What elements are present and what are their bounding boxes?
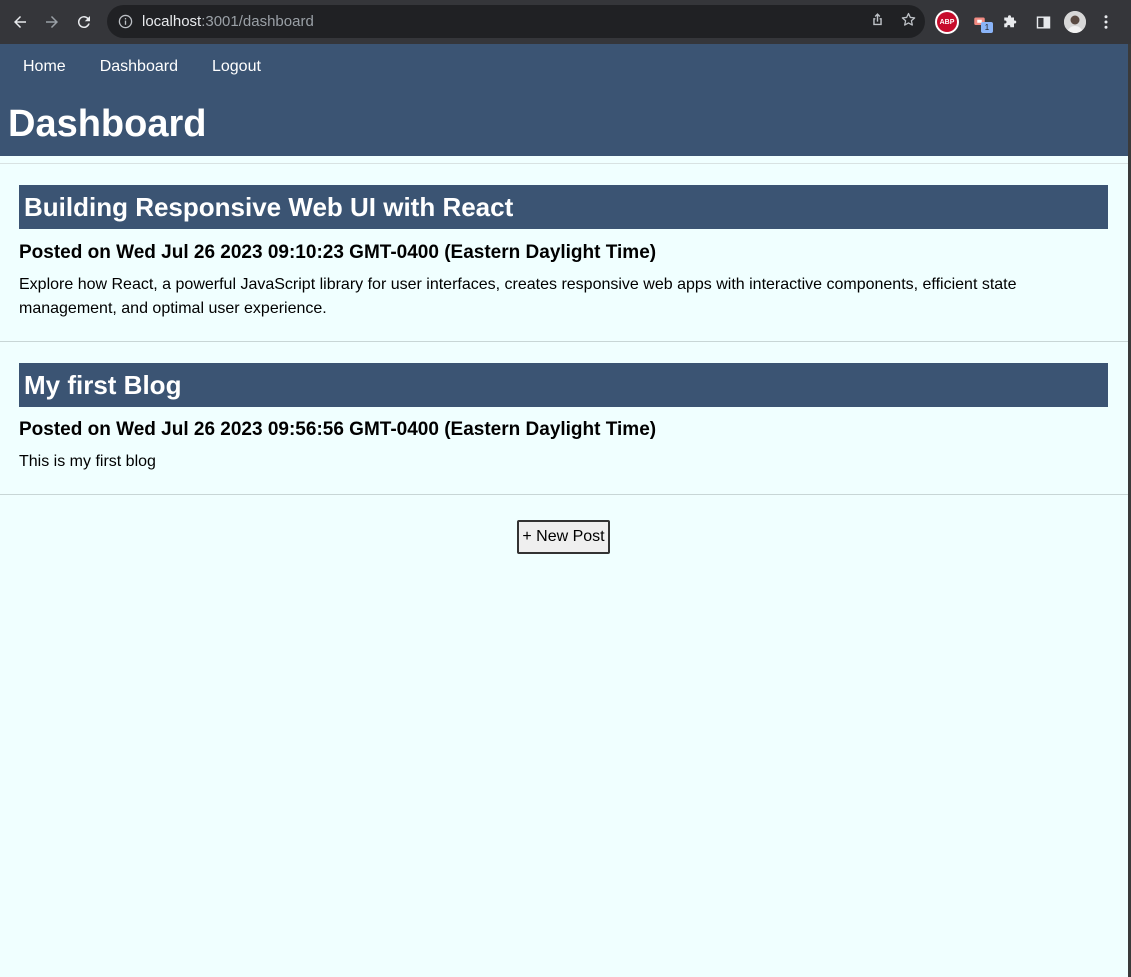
post-title: Building Responsive Web UI with React [24, 192, 514, 222]
back-arrow-icon[interactable] [4, 6, 36, 38]
divider [0, 341, 1131, 342]
page-title: Dashboard [8, 103, 207, 145]
url-host: localhost [142, 13, 202, 30]
forward-arrow-icon[interactable] [36, 6, 68, 38]
side-panel-icon[interactable] [1033, 9, 1053, 35]
puzzle-icon[interactable] [1000, 9, 1022, 35]
post-title-bar: Building Responsive Web UI with React [19, 185, 1108, 229]
post-body: This is my first blog [19, 453, 156, 470]
more-menu-icon[interactable] [1096, 9, 1116, 35]
address-bar[interactable]: localhost:3001/dashboard [107, 5, 925, 38]
divider [0, 163, 1131, 164]
post-title: My first Blog [24, 370, 182, 400]
info-icon[interactable] [117, 14, 133, 30]
nav-link-home[interactable]: Home [23, 57, 66, 77]
star-icon[interactable] [900, 11, 917, 33]
post-body: Explore how React, a powerful JavaScript… [19, 276, 1017, 317]
extension-icon[interactable]: 1 [968, 9, 994, 35]
nav-link-logout[interactable]: Logout [212, 57, 261, 77]
extension-badge: 1 [981, 22, 993, 33]
post-date: Posted on Wed Jul 26 2023 09:10:23 GMT-0… [19, 242, 657, 263]
profile-avatar[interactable] [1064, 11, 1086, 33]
post-title-bar: My first Blog [19, 363, 1108, 407]
adblock-icon[interactable]: ABP [935, 10, 959, 34]
url-path: :3001/dashboard [201, 13, 314, 30]
nav-link-dashboard[interactable]: Dashboard [100, 57, 178, 77]
divider [0, 494, 1131, 495]
new-post-button[interactable]: + New Post [517, 520, 610, 554]
main-nav: Home Dashboard Logout [23, 57, 295, 77]
share-icon[interactable] [869, 11, 886, 33]
adblock-label: ABP [937, 12, 957, 32]
url-text: localhost:3001/dashboard [142, 13, 314, 30]
browser-toolbar: localhost:3001/dashboard ABP 1 [0, 0, 1131, 44]
reload-icon[interactable] [68, 6, 100, 38]
post-date: Posted on Wed Jul 26 2023 09:56:56 GMT-0… [19, 419, 657, 440]
app-header: Home Dashboard Logout Dashboard [0, 44, 1131, 156]
